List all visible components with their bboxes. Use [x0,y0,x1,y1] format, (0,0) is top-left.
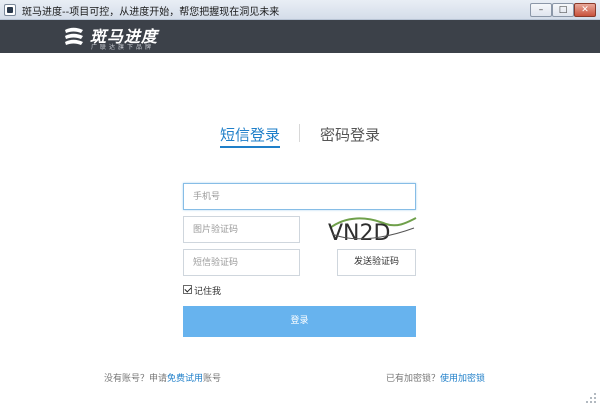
image-captcha-input[interactable] [183,216,300,243]
remember-checkbox[interactable] [183,285,192,294]
zebra-logo-icon [65,27,83,45]
footer-dongle: 已有加密锁？使用加密锁 [386,371,485,384]
tab-password-login[interactable]: 密码登录 [320,124,380,145]
close-button[interactable]: ✕ [574,3,596,17]
footer-trial-prefix: 没有账号？申请 [104,374,168,384]
tab-sms-login[interactable]: 短信登录 [220,124,281,148]
minimize-button[interactable]: – [530,3,552,17]
tab-divider [299,124,300,142]
footer-trial: 没有账号？申请免费试用账号 [104,371,221,384]
resize-grip-icon[interactable] [584,391,598,405]
maximize-button[interactable]: □ [552,3,574,17]
free-trial-link[interactable]: 免费试用 [167,374,203,384]
captcha-text: VN2D [328,221,390,244]
login-button[interactable]: 登录 [183,306,416,337]
remember-label: 记住我 [194,287,222,297]
footer-trial-suffix: 账号 [203,374,222,384]
phone-input[interactable] [183,183,416,210]
captcha-image[interactable]: VN2D [326,214,418,244]
sms-code-input[interactable] [183,249,300,276]
brand-header: 斑马进度 广联达旗下品牌 [0,20,600,53]
app-icon [4,4,16,16]
use-dongle-link[interactable]: 使用加密锁 [440,374,485,384]
brand-slogan: 广联达旗下品牌 [91,44,155,51]
window-titlebar: 斑马进度--项目可控，从进度开始，帮您把握现在洞见未来 – □ ✕ [0,0,600,20]
window-title: 斑马进度--项目可控，从进度开始，帮您把握现在洞见未来 [22,7,280,18]
send-code-button[interactable]: 发送验证码 [337,249,416,276]
footer-dongle-prefix: 已有加密锁？ [386,374,441,384]
